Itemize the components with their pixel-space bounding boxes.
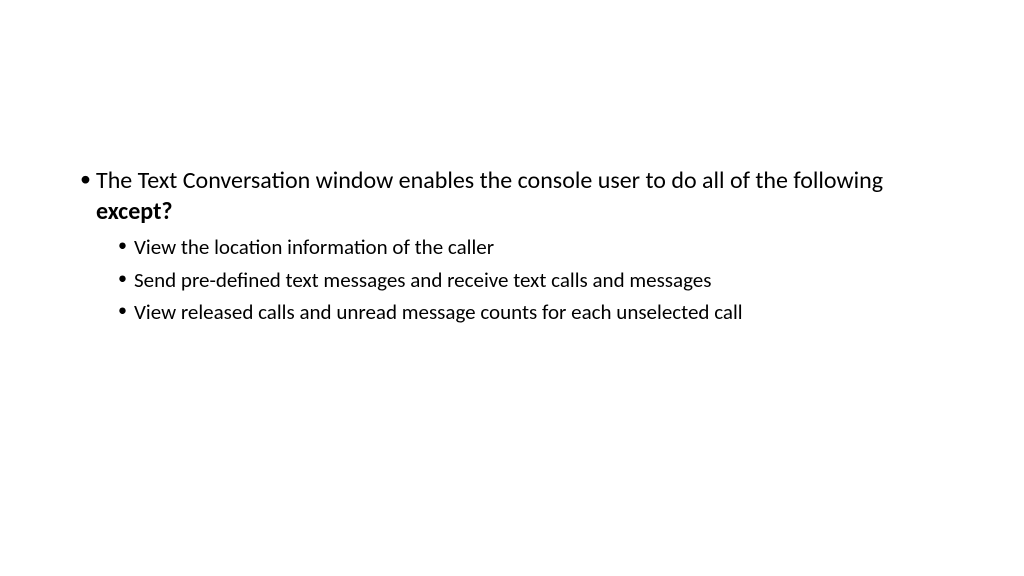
option-text: Send pre-defined text messages and recei… — [134, 267, 711, 293]
question-list: The Text Conversation window enables the… — [70, 165, 954, 326]
option-item: View the location information of the cal… — [96, 233, 954, 261]
options-list: View the location information of the cal… — [96, 233, 954, 326]
option-text: View the location information of the cal… — [134, 234, 494, 260]
option-text: View released calls and unread message c… — [134, 299, 743, 325]
option-item: View released calls and unread message c… — [96, 298, 954, 326]
question-emphasis: except? — [96, 197, 173, 226]
question-item: The Text Conversation window enables the… — [70, 165, 954, 326]
option-item: Send pre-defined text messages and recei… — [96, 266, 954, 294]
question-text: The Text Conversation window enables the… — [96, 166, 883, 195]
